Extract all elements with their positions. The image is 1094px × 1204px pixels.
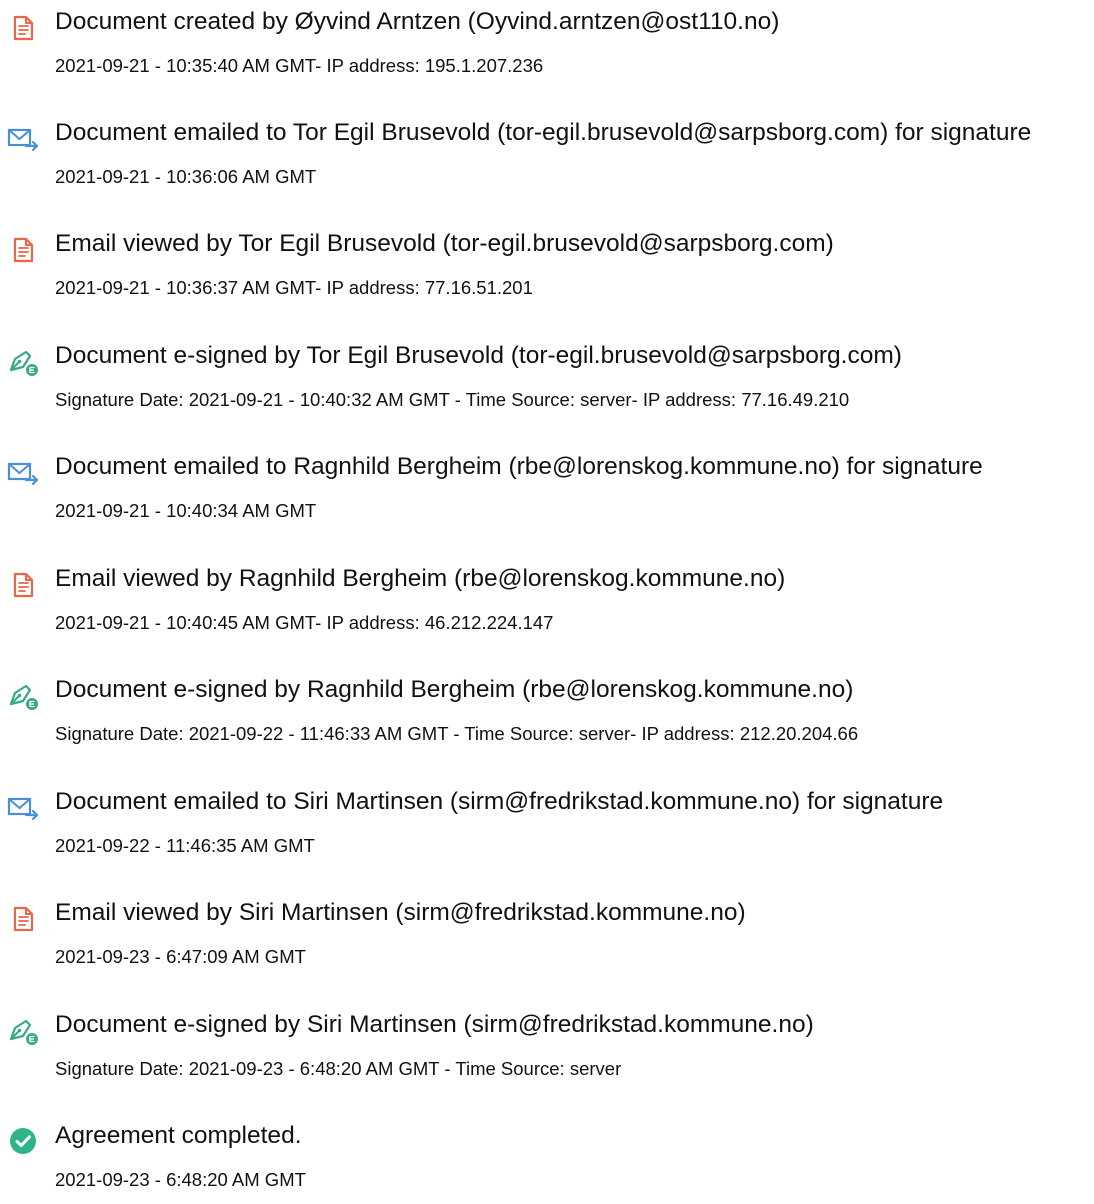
event-email-viewed: Email viewed by Tor Egil Brusevold (tor-… bbox=[0, 222, 1094, 312]
event-title: Email viewed by Tor Egil Brusevold (tor-… bbox=[55, 230, 834, 257]
agreement-completed-icon bbox=[6, 1124, 40, 1158]
event-title: Document emailed to Ragnhild Bergheim (r… bbox=[55, 453, 983, 480]
event-emailed: Document emailed to Tor Egil Brusevold (… bbox=[0, 111, 1094, 201]
event-detail: 2021-09-21 - 10:35:40 AM GMT- IP address… bbox=[55, 55, 544, 76]
event-detail: Signature Date: 2021-09-23 - 6:48:20 AM … bbox=[55, 1058, 622, 1079]
event-emailed: Document emailed to Ragnhild Bergheim (r… bbox=[0, 445, 1094, 535]
event-e-signed: Document e-signed by Tor Egil Brusevold … bbox=[0, 334, 1094, 424]
event-agreement-completed: Agreement completed. 2021-09-23 - 6:48:2… bbox=[0, 1114, 1094, 1204]
email-viewed-icon bbox=[6, 901, 40, 935]
email-viewed-icon bbox=[6, 567, 40, 601]
e-sign-icon bbox=[6, 1013, 40, 1047]
event-detail: Signature Date: 2021-09-21 - 10:40:32 AM… bbox=[55, 389, 850, 410]
event-detail: 2021-09-21 - 10:36:06 AM GMT bbox=[55, 166, 317, 187]
event-title: Document emailed to Siri Martinsen (sirm… bbox=[55, 788, 944, 815]
email-sent-icon bbox=[6, 790, 40, 824]
event-detail: 2021-09-21 - 10:40:34 AM GMT bbox=[55, 500, 317, 521]
event-title: Document emailed to Tor Egil Brusevold (… bbox=[55, 119, 1032, 146]
event-emailed: Document emailed to Siri Martinsen (sirm… bbox=[0, 780, 1094, 870]
event-title: Document e-signed by Tor Egil Brusevold … bbox=[55, 342, 902, 369]
event-title: Email viewed by Siri Martinsen (sirm@fre… bbox=[55, 899, 746, 926]
event-detail: 2021-09-22 - 11:46:35 AM GMT bbox=[55, 835, 315, 856]
event-detail: 2021-09-23 - 6:48:20 AM GMT bbox=[55, 1169, 306, 1190]
event-e-signed: Document e-signed by Ragnhild Bergheim (… bbox=[0, 668, 1094, 758]
event-detail: 2021-09-21 - 10:36:37 AM GMT- IP address… bbox=[55, 277, 533, 298]
email-sent-icon bbox=[6, 121, 40, 155]
event-document-created: Document created by Øyvind Arntzen (Oyvi… bbox=[0, 0, 1094, 90]
event-e-signed: Document e-signed by Siri Martinsen (sir… bbox=[0, 1003, 1094, 1093]
event-title: Email viewed by Ragnhild Bergheim (rbe@l… bbox=[55, 565, 786, 592]
event-title: Agreement completed. bbox=[55, 1122, 302, 1149]
event-title: Document created by Øyvind Arntzen (Oyvi… bbox=[55, 8, 780, 35]
event-title: Document e-signed by Ragnhild Bergheim (… bbox=[55, 676, 854, 703]
event-email-viewed: Email viewed by Ragnhild Bergheim (rbe@l… bbox=[0, 557, 1094, 647]
email-viewed-icon bbox=[6, 232, 40, 266]
email-sent-icon bbox=[6, 455, 40, 489]
document-created-icon bbox=[6, 10, 40, 44]
e-sign-icon bbox=[6, 678, 40, 712]
event-title: Document e-signed by Siri Martinsen (sir… bbox=[55, 1011, 814, 1038]
e-sign-icon bbox=[6, 344, 40, 378]
event-detail: 2021-09-21 - 10:40:45 AM GMT- IP address… bbox=[55, 612, 554, 633]
event-detail: Signature Date: 2021-09-22 - 11:46:33 AM… bbox=[55, 723, 859, 744]
event-detail: 2021-09-23 - 6:47:09 AM GMT bbox=[55, 946, 306, 967]
event-email-viewed: Email viewed by Siri Martinsen (sirm@fre… bbox=[0, 891, 1094, 981]
